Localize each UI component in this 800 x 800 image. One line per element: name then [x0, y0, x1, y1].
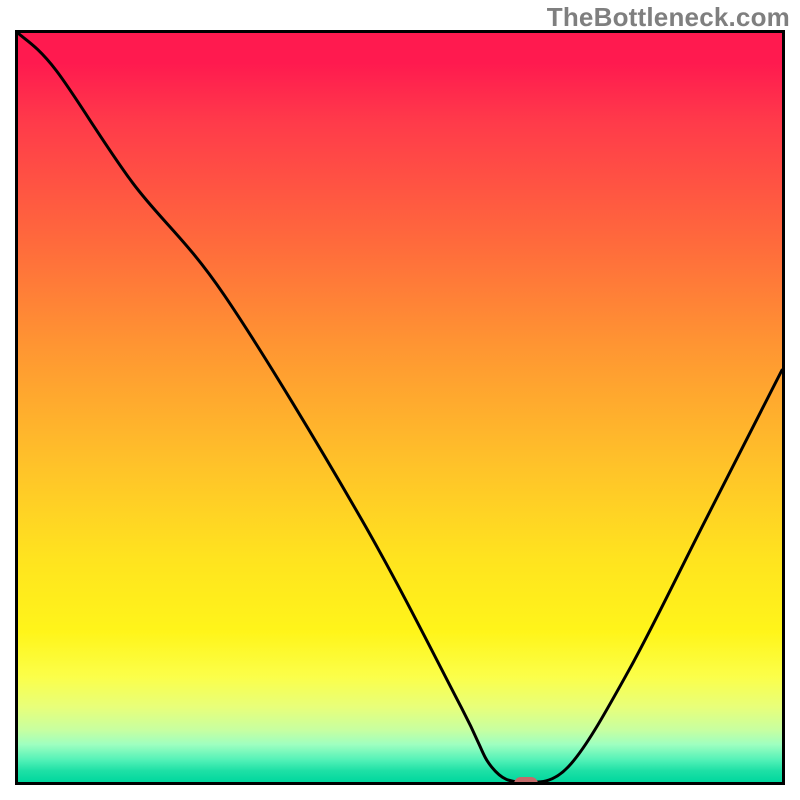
plot-frame [15, 30, 785, 785]
bottleneck-curve [18, 33, 782, 782]
optimal-marker [514, 777, 538, 785]
curve-path [18, 33, 782, 782]
watermark-text: TheBottleneck.com [547, 2, 790, 33]
chart-stage: TheBottleneck.com [0, 0, 800, 800]
